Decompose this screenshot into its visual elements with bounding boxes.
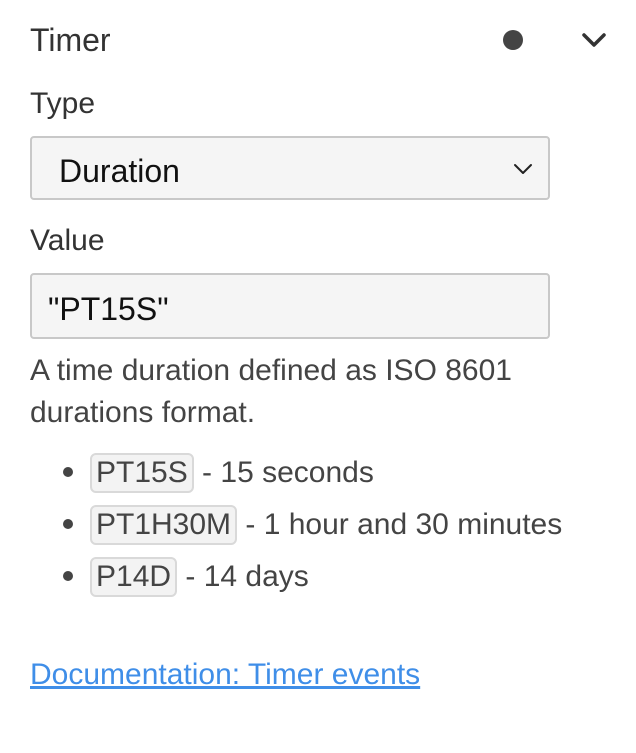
chevron-down-icon[interactable] [578,24,610,56]
help-description: A time duration defined as ISO 8601 dura… [30,354,512,429]
type-label: Type [30,87,96,120]
bullet-icon [63,519,73,529]
list-item: P14D - 14 days [30,551,590,603]
list-item: PT15S - 15 seconds [30,447,590,499]
example-text: - 14 days [177,560,309,593]
value-input-text: "PT15S" [48,291,169,327]
timer-section-header[interactable]: Timer [30,16,620,64]
section-title: Timer [30,22,111,58]
example-code: PT1H30M [90,505,238,545]
example-text: - 1 hour and 30 minutes [237,508,563,541]
value-label: Value [30,224,105,257]
example-code: P14D [90,557,178,597]
value-input[interactable]: "PT15S" [30,273,550,339]
bullet-icon [63,467,73,477]
type-select[interactable]: Duration [30,136,550,200]
documentation-link[interactable]: Documentation: Timer events [30,658,420,692]
example-code: PT15S [90,453,194,493]
example-list: PT15S - 15 seconds PT1H30M - 1 hour and … [30,447,590,603]
list-item: PT1H30M - 1 hour and 30 minutes [30,499,590,551]
dot-icon [503,30,523,50]
bullet-icon [63,571,73,581]
chevron-down-icon [514,164,532,174]
type-select-value: Duration [59,153,180,189]
timer-properties-panel: Timer Type Duration Value "PT15S" A time… [0,0,636,753]
example-text: - 15 seconds [193,456,374,489]
